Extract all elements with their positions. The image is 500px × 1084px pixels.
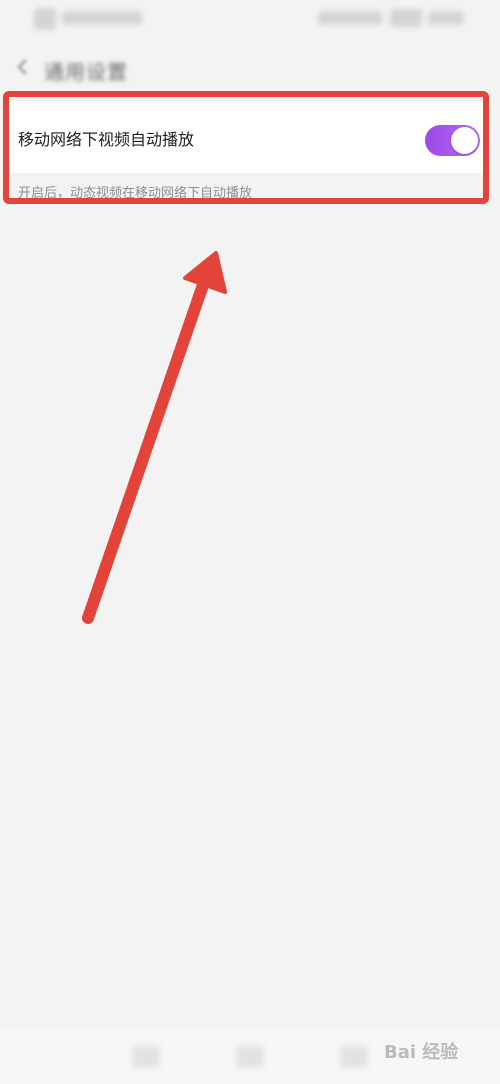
back-arrow-icon[interactable]	[12, 56, 34, 78]
status-carrier-text	[62, 11, 142, 25]
watermark-text: Bai 经验	[384, 1042, 459, 1063]
battery-icon	[390, 9, 422, 27]
page-title: 通用设置	[44, 60, 128, 84]
bottom-nav-icon	[340, 1046, 368, 1068]
status-indicators	[318, 11, 382, 25]
bottom-nav-icon	[132, 1046, 160, 1068]
bottom-nav-icon	[236, 1046, 264, 1068]
status-time	[428, 11, 464, 25]
status-bar	[0, 0, 500, 40]
watermark: Bai 经验	[384, 1028, 490, 1068]
annotation-highlight-box	[3, 91, 489, 204]
status-carrier-icon	[34, 8, 56, 30]
nav-bar: 通用设置	[0, 44, 500, 92]
